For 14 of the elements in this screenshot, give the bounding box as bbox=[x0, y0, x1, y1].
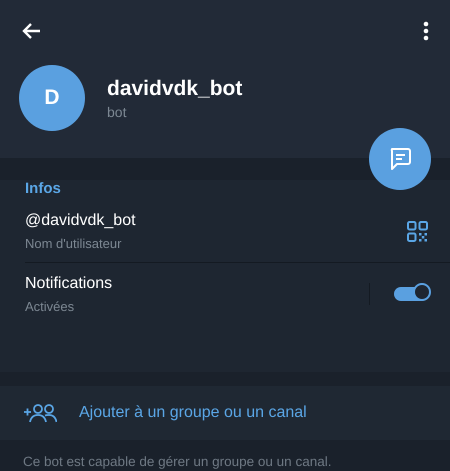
section-heading: Infos bbox=[25, 180, 61, 199]
qr-code-icon[interactable] bbox=[407, 220, 428, 242]
back-icon[interactable] bbox=[21, 22, 41, 40]
username: @davidvdk_bot bbox=[25, 212, 137, 230]
profile-status: bot bbox=[107, 104, 128, 120]
add-people-icon bbox=[23, 403, 57, 423]
notifications-label: Notifications bbox=[25, 274, 114, 292]
footer-note: Ce bot est capable de gérer un groupe ou un canal. bbox=[23, 454, 332, 469]
avatar: D bbox=[19, 65, 85, 131]
add-to-group-item[interactable]: Ajouter à un groupe ou un canal bbox=[0, 386, 450, 440]
username-caption: Nom d'utilisateur bbox=[25, 236, 122, 250]
more-icon[interactable] bbox=[423, 21, 429, 41]
notifications-caption: Activées bbox=[25, 298, 76, 314]
profile-name: davidvdk_bot bbox=[107, 76, 242, 100]
